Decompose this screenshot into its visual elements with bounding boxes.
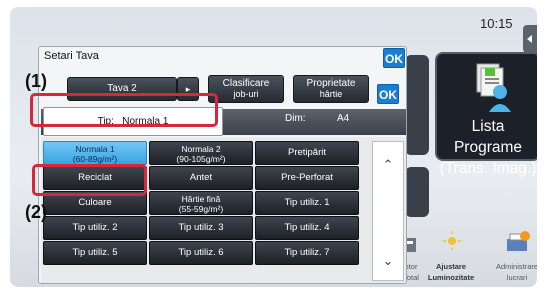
- job-management-icon[interactable]: [505, 229, 531, 255]
- paper-type-button[interactable]: Tip utiliz. 4: [255, 216, 359, 240]
- paper-type-name: Tip utiliz. 3: [178, 222, 224, 233]
- paper-type-button[interactable]: Tip utiliz. 3: [149, 216, 253, 240]
- paper-type-button[interactable]: Hârtie fină (55-59g/m²): [149, 191, 253, 215]
- paper-type-name: Pre-Perforat: [281, 172, 333, 183]
- list-scrollbar[interactable]: ⌃ ⌄: [372, 141, 404, 281]
- job-management-label-line-2: lucrari: [506, 273, 528, 282]
- program-list-label-line-1: Lista Programe: [453, 118, 523, 156]
- background-tile: [405, 167, 429, 217]
- paper-type-button[interactable]: Tip utiliz. 1: [255, 191, 359, 215]
- brightness-icon[interactable]: [441, 229, 463, 251]
- paper-type-button[interactable]: Tip utiliz. 7: [255, 241, 359, 265]
- paper-size-value: A4: [337, 113, 350, 124]
- paper-type-weight: (55-59g/m²): [178, 204, 224, 214]
- dialog-ok-button[interactable]: OK: [383, 48, 405, 68]
- double-chevron-down-icon[interactable]: ⌄: [373, 246, 403, 276]
- callout-1: (1): [25, 71, 47, 91]
- program-list-label: Lista Programe (Trans. Imag.): [437, 116, 537, 179]
- job-sort-line-1: Clasificare: [222, 78, 270, 89]
- background-tile: [405, 55, 429, 155]
- paper-type-button[interactable]: Tip utiliz. 5: [43, 241, 147, 265]
- paper-type-button[interactable]: Normala 2 (90-105g/m²): [149, 141, 253, 165]
- paper-type-weight: (60-89g/m²): [72, 154, 118, 164]
- paper-type-weight: (90-105g/m²): [176, 154, 226, 164]
- paper-type-button[interactable]: Pre-Perforat: [255, 166, 359, 190]
- paper-property-button[interactable]: Proprietate hârtie: [293, 75, 369, 103]
- bottom-action-bar: ntor Total Ajustare Luminozitate Adminis…: [395, 229, 537, 287]
- program-list-icon: [476, 63, 511, 112]
- job-management-label: Administrare lucrari: [487, 261, 537, 283]
- paper-type-name: Normala 2: [181, 144, 221, 154]
- brightness-label: Ajustare Luminozitate: [423, 261, 479, 283]
- paper-size-label: Dim:: [285, 113, 306, 124]
- highlight-paper-type: [30, 93, 218, 127]
- highlight-recycled: [32, 164, 147, 196]
- clock: 10:15: [480, 16, 513, 31]
- job-sort-line-2: job-uri: [233, 89, 259, 99]
- side-panel-tab[interactable]: [523, 25, 537, 53]
- job-sort-button[interactable]: Clasificare job-uri: [208, 75, 284, 103]
- paper-type-name: Antet: [189, 172, 213, 183]
- paper-type-name: Tip utiliz. 5: [72, 247, 118, 258]
- program-list-tile[interactable]: Lista Programe (Trans. Imag.): [435, 52, 537, 177]
- paper-type-name: Tip utiliz. 2: [72, 222, 118, 233]
- paper-type-name: Hârtie fină: [181, 194, 221, 204]
- paper-type-name: Tip utiliz. 1: [284, 197, 330, 208]
- paper-type-button[interactable]: Tip utiliz. 6: [149, 241, 253, 265]
- touch-screen: 10:15 Lista Programe (Trans. Imag.) ntor…: [10, 7, 537, 287]
- paper-type-name: Pretipărit: [287, 147, 326, 158]
- tray-ok-button[interactable]: OK: [377, 84, 399, 104]
- paper-type-button[interactable]: Normala 1 (60-89g/m²): [43, 141, 147, 165]
- callout-2: (2): [25, 202, 47, 222]
- brightness-label-line-2: Luminozitate: [427, 273, 475, 282]
- job-management-label-line-1: Administrare: [495, 262, 537, 271]
- paper-type-button[interactable]: Tip utiliz. 2: [43, 216, 147, 240]
- paper-property-line-2: hârtie: [319, 89, 343, 99]
- paper-type-name: Normala 1: [75, 144, 115, 154]
- program-list-label-line-2: (Trans. Imag.): [439, 160, 537, 177]
- dialog-title: Setari Tava: [44, 50, 99, 62]
- paper-property-line-1: Proprietate: [306, 78, 356, 89]
- brightness-label-line-1: Ajustare: [435, 262, 466, 271]
- paper-type-button[interactable]: Antet: [149, 166, 253, 190]
- paper-type-name: Tip utiliz. 7: [284, 247, 330, 258]
- paper-type-button[interactable]: Pretipărit: [255, 141, 359, 165]
- paper-type-name: Tip utiliz. 6: [178, 247, 224, 258]
- double-chevron-up-icon[interactable]: ⌃: [373, 150, 403, 180]
- paper-type-name: Tip utiliz. 4: [284, 222, 330, 233]
